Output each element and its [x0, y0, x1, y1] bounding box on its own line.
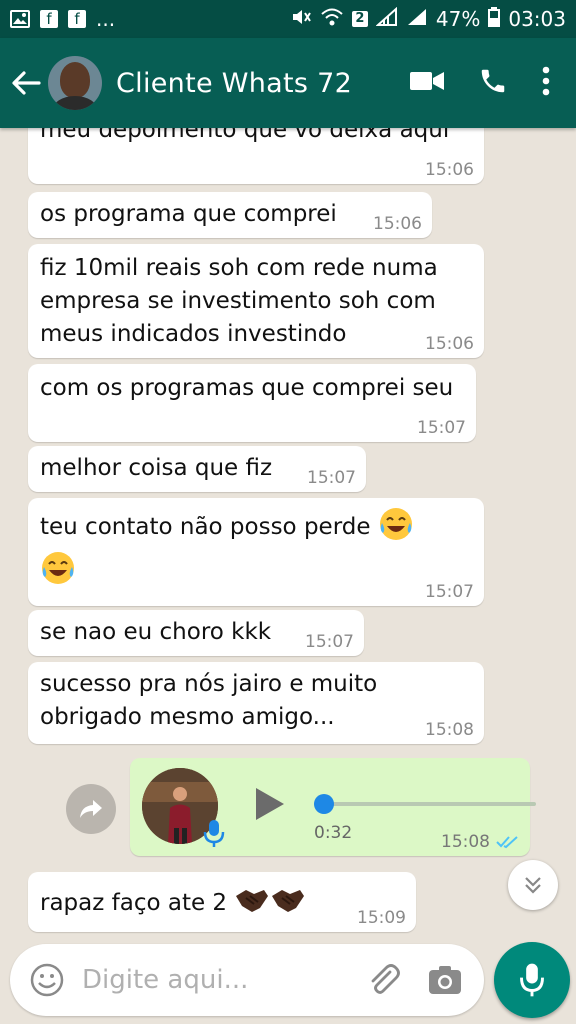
outgoing-voice-message[interactable]: 0:32 15:08	[130, 758, 536, 856]
mic-icon	[520, 963, 544, 997]
play-button[interactable]	[250, 786, 286, 822]
signal-icon	[375, 6, 398, 32]
double-chevron-down-icon	[525, 877, 541, 894]
signal-icon	[406, 7, 428, 32]
incoming-message[interactable]: rapaz faço ate 2 15:09	[28, 872, 416, 932]
notification-overflow: ...	[96, 7, 116, 31]
video-call-button[interactable]	[410, 70, 444, 96]
forward-button[interactable]	[66, 784, 116, 834]
forward-icon	[80, 800, 102, 818]
wifi-icon	[320, 7, 344, 32]
sim-badge: 2	[351, 11, 368, 27]
facebook-icon: f	[40, 10, 58, 28]
incoming-message[interactable]: fiz 10mil reais soh com rede numa empres…	[28, 244, 484, 358]
message-text: fiz 10mil reais soh com rede numa empres…	[40, 255, 438, 347]
message-composer	[10, 944, 484, 1016]
voice-duration: 0:32	[314, 823, 353, 843]
audio-seek-handle[interactable]	[314, 794, 334, 814]
message-meta: 15:08	[441, 832, 520, 852]
clock: 03:03	[508, 7, 566, 31]
message-time: 15:06	[425, 334, 474, 354]
incoming-message[interactable]: sucesso pra nós jairo e muito obrigado m…	[28, 662, 484, 744]
incoming-message[interactable]: teu contato não posso perde 15:07	[28, 498, 484, 606]
message-body: teu contato não posso perde	[40, 498, 472, 588]
battery-icon	[488, 6, 501, 32]
camera-button[interactable]	[426, 961, 464, 999]
facebook-icon: f	[68, 10, 86, 28]
status-bar: f f ... 2 47% 03:03	[0, 0, 576, 38]
scroll-to-bottom-button[interactable]	[508, 860, 558, 910]
message-text: sucesso pra nós jairo e muito obrigado m…	[40, 671, 378, 730]
chat-header: Cliente Whats 72	[0, 38, 576, 128]
contact-avatar[interactable]	[48, 56, 102, 110]
message-list[interactable]: meu depoimento que vo deixa aqui 15:06 o…	[0, 128, 576, 938]
back-arrow-icon	[12, 71, 41, 95]
message-text: teu contato não posso perde	[40, 514, 371, 540]
gallery-icon	[10, 9, 30, 29]
message-text: com os programas que comprei seu	[40, 375, 454, 401]
audio-seekbar[interactable]	[314, 802, 536, 806]
battery-level: 47%	[435, 7, 481, 31]
message-time: 15:06	[425, 160, 474, 180]
message-time: 15:09	[357, 908, 406, 928]
message-time: 15:08	[441, 832, 490, 852]
video-call-icon	[410, 72, 444, 90]
incoming-message[interactable]: meu depoimento que vo deixa aqui 15:06	[28, 128, 484, 184]
read-receipt-icon	[496, 836, 518, 849]
incoming-message[interactable]: melhor coisa que fiz 15:07	[28, 446, 366, 492]
incoming-message[interactable]: os programa que comprei 15:06	[28, 192, 432, 238]
voice-call-button[interactable]	[478, 66, 508, 100]
message-text: rapaz faço ate 2	[40, 890, 228, 916]
message-time: 15:07	[425, 582, 474, 602]
contact-name[interactable]: Cliente Whats 72	[116, 68, 410, 99]
laughing-tears-emoji-icon	[42, 552, 74, 584]
message-time: 15:07	[305, 632, 354, 652]
message-time: 15:07	[307, 468, 356, 488]
attach-button[interactable]	[364, 960, 404, 1000]
message-time: 15:06	[373, 214, 422, 234]
incoming-message[interactable]: com os programas que comprei seu 15:07	[28, 364, 476, 442]
incoming-message[interactable]: se nao eu choro kkk 15:07	[28, 610, 364, 656]
more-vert-icon	[542, 66, 550, 96]
more-options-button[interactable]	[542, 66, 550, 100]
handshake-emoji-icon	[236, 890, 269, 912]
message-time: 15:07	[417, 418, 466, 438]
message-input[interactable]	[80, 964, 354, 996]
phone-icon	[481, 69, 505, 93]
message-body: rapaz faço ate 2	[40, 872, 404, 920]
emoji-button[interactable]	[28, 961, 66, 999]
message-text: meu depoimento que vo deixa aqui	[40, 128, 450, 143]
message-text: os programa que comprei	[40, 201, 337, 227]
mic-icon	[203, 820, 225, 847]
back-button[interactable]	[6, 63, 46, 103]
record-voice-button[interactable]	[494, 942, 570, 1018]
mute-icon	[290, 7, 312, 32]
handshake-emoji-icon	[272, 890, 305, 912]
laughing-tears-emoji-icon	[379, 508, 412, 540]
message-time: 15:08	[425, 720, 474, 740]
